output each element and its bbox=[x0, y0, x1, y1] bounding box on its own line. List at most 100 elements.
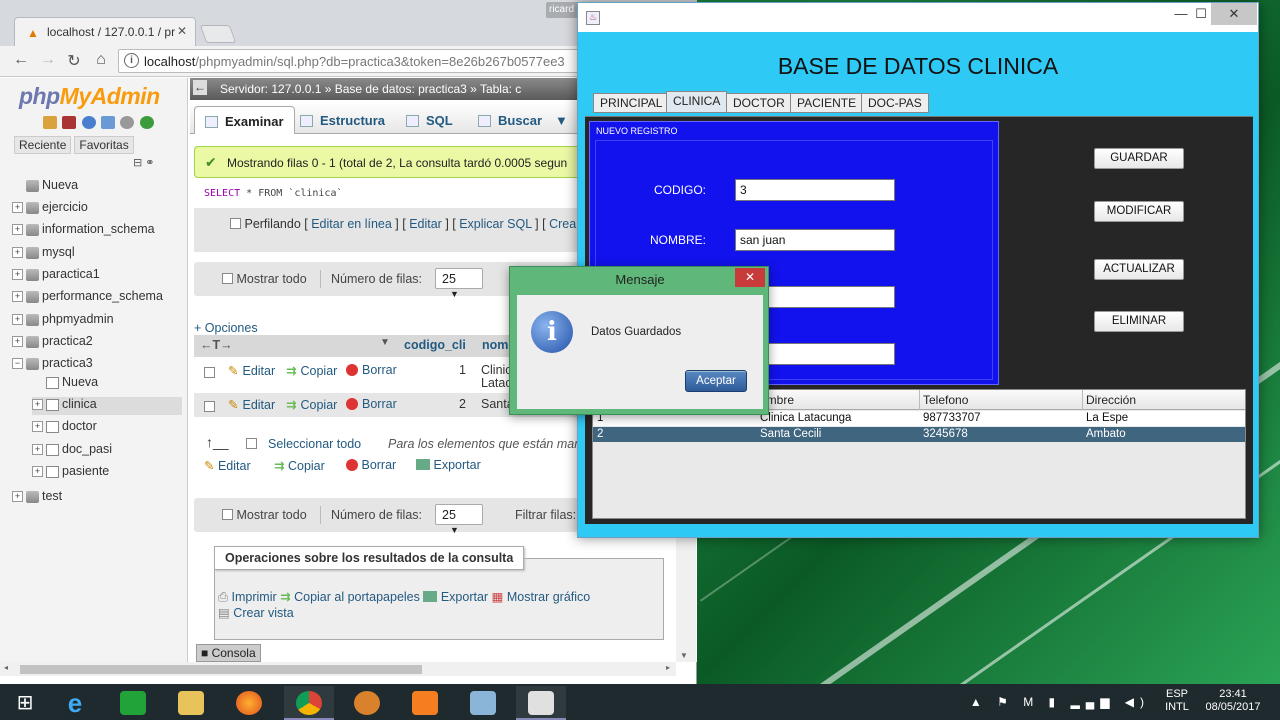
tree-item-doc-pasi[interactable]: + doc_pasi bbox=[32, 442, 112, 460]
row-checkbox[interactable] bbox=[204, 400, 215, 414]
home-icon[interactable] bbox=[43, 116, 57, 129]
bulk-edit-link[interactable]: ✎ Editar bbox=[204, 458, 251, 473]
modificar-button[interactable]: MODIFICAR bbox=[1094, 201, 1184, 222]
tree-item-mysql[interactable]: + mysql bbox=[12, 245, 75, 263]
col-nombre[interactable]: nom bbox=[482, 338, 508, 352]
scroll-right-icon[interactable]: ▸ bbox=[666, 663, 670, 672]
tab-sql[interactable]: SQL bbox=[396, 106, 463, 134]
start-button[interactable]: ⊞ bbox=[0, 686, 50, 720]
tab-principal[interactable]: PRINCIPAL bbox=[593, 93, 670, 113]
tab-doctor[interactable]: DOCTOR bbox=[726, 93, 792, 113]
copy-row-link[interactable]: ⇉ Copiar bbox=[286, 397, 337, 412]
docs-icon[interactable] bbox=[101, 116, 116, 129]
rows-select[interactable]: 25 ▼ bbox=[435, 504, 483, 535]
taskbar-explorer[interactable] bbox=[166, 686, 216, 720]
show-all-option[interactable]: Mostrar todo bbox=[222, 508, 307, 522]
tree-item-pasiente[interactable]: + pasiente bbox=[32, 464, 109, 482]
expand-icon[interactable]: + bbox=[12, 314, 23, 326]
console-toggle[interactable]: ■ Consola bbox=[196, 644, 261, 662]
column-arrows-icon[interactable]: ←T→ bbox=[200, 338, 233, 352]
tree-item-information-schema[interactable]: + information_schema bbox=[12, 222, 155, 240]
favorites-tab[interactable]: Favoritas bbox=[74, 136, 134, 154]
eliminar-button[interactable]: ELIMINAR bbox=[1094, 311, 1184, 332]
language-indicator[interactable]: ESP INTL bbox=[1162, 688, 1192, 714]
more-tabs-icon[interactable]: ▼ bbox=[545, 106, 578, 134]
browser-tab[interactable]: ▲ localhost / 127.0.0.1 / pr ✕ bbox=[14, 17, 196, 46]
recent-tab[interactable]: Reciente bbox=[14, 136, 72, 154]
tree-item-nueva[interactable]: Nueva bbox=[12, 178, 78, 196]
tree-item-test[interactable]: + test bbox=[12, 489, 62, 507]
taskbar-java-app[interactable] bbox=[516, 686, 566, 720]
codigo-field[interactable]: 3 bbox=[735, 179, 895, 201]
expand-icon[interactable]: + bbox=[32, 399, 43, 411]
scrollbar-thumb[interactable] bbox=[20, 665, 422, 674]
tree-item-performance-schema[interactable]: + performance_schema bbox=[12, 289, 163, 307]
collapse-icon[interactable]: − bbox=[12, 358, 23, 370]
expand-icon[interactable]: + bbox=[12, 291, 23, 303]
tab-estructura[interactable]: Estructura bbox=[290, 106, 395, 134]
bulk-delete-link[interactable]: Borrar bbox=[346, 458, 396, 472]
create-php-link[interactable]: Crea bbox=[549, 217, 576, 231]
profile-badge[interactable]: ricard bbox=[546, 2, 578, 18]
expand-icon[interactable]: + bbox=[12, 224, 23, 236]
expand-icon[interactable]: + bbox=[32, 466, 43, 478]
tab-doc-pas[interactable]: DOC-PAS bbox=[861, 93, 929, 113]
pma-logo[interactable]: phpMyAdmin bbox=[19, 83, 160, 110]
help-icon[interactable] bbox=[81, 116, 96, 129]
tree-item-practica2[interactable]: + practica2 bbox=[12, 334, 93, 352]
dialog-close-icon[interactable]: ✕ bbox=[735, 268, 765, 287]
taskbar-ie[interactable]: e bbox=[50, 686, 100, 720]
expand-icon[interactable]: + bbox=[12, 269, 23, 281]
edit-link[interactable]: Editar bbox=[409, 217, 442, 231]
taskbar-store[interactable] bbox=[108, 686, 158, 720]
close-icon[interactable]: ✕ bbox=[1211, 3, 1257, 25]
tray-icons[interactable]: ▲ ⚑ M ▮ ▂▄▆ ◀) bbox=[970, 695, 1150, 709]
collapse-link-icon[interactable]: ⊟ ⚭ bbox=[133, 156, 155, 169]
explain-sql-link[interactable]: Explicar SQL bbox=[459, 217, 531, 231]
back-arrow-icon[interactable]: ← bbox=[10, 51, 32, 69]
edit-row-link[interactable]: ✎ Editar bbox=[228, 397, 275, 412]
taskbar-glassfish[interactable] bbox=[342, 686, 392, 720]
expand-icon[interactable]: + bbox=[12, 247, 23, 259]
tree-item-clinica[interactable]: + clinica bbox=[32, 397, 182, 415]
tab-buscar[interactable]: Buscar bbox=[468, 106, 552, 134]
tab-examinar[interactable]: Examinar bbox=[194, 106, 295, 134]
edit-inline-link[interactable]: Editar en línea bbox=[311, 217, 392, 231]
table-row[interactable]: 2 Santa Cecili 3245678 Ambato bbox=[593, 427, 1245, 442]
col-telefono[interactable]: Telefono bbox=[923, 393, 968, 407]
show-all-checkbox[interactable] bbox=[222, 273, 233, 284]
tree-item-doctor[interactable]: + doctor bbox=[32, 419, 97, 437]
show-chart-link[interactable]: ▦ Mostrar gráfico bbox=[492, 590, 591, 604]
tree-item-ejercicio[interactable]: + ejercicio bbox=[12, 200, 88, 218]
guardar-button[interactable]: GUARDAR bbox=[1094, 148, 1184, 169]
home-icon[interactable]: ⌂ bbox=[90, 51, 112, 69]
rows-select[interactable]: 25 ▼ bbox=[435, 268, 483, 299]
col-direccion[interactable]: Dirección bbox=[1086, 393, 1136, 407]
tree-item-practica3[interactable]: − practica3 bbox=[12, 356, 93, 374]
expand-icon[interactable]: + bbox=[32, 421, 43, 433]
new-tab-button[interactable] bbox=[199, 25, 237, 43]
taskbar-virtualbox[interactable] bbox=[458, 686, 508, 720]
tree-item-phpmyadmin[interactable]: + phpmyadmin bbox=[12, 312, 114, 330]
horizontal-scrollbar[interactable]: ◂ ▸ bbox=[0, 662, 676, 676]
taskbar-chrome[interactable] bbox=[284, 686, 334, 720]
row-checkbox[interactable] bbox=[204, 366, 215, 380]
nombre-field[interactable]: san juan bbox=[735, 229, 895, 251]
scroll-left-icon[interactable]: ◂ bbox=[4, 663, 8, 672]
aceptar-button[interactable]: Aceptar bbox=[685, 370, 747, 392]
logout-icon[interactable] bbox=[62, 116, 77, 129]
copy-clipboard-link[interactable]: ⇉ Copiar al portapapeles bbox=[280, 590, 420, 604]
bulk-export-link[interactable]: Exportar bbox=[416, 458, 481, 472]
reload-icon[interactable]: ↻ bbox=[63, 51, 85, 71]
expand-icon[interactable]: + bbox=[12, 491, 23, 503]
gear-icon[interactable] bbox=[120, 116, 135, 129]
tree-item-nueva[interactable]: Nueva bbox=[32, 375, 98, 393]
expand-icon[interactable]: + bbox=[32, 444, 43, 456]
expand-icon[interactable]: + bbox=[12, 336, 23, 348]
expand-icon[interactable]: + bbox=[12, 202, 23, 214]
print-link[interactable]: ⎙ Imprimir bbox=[218, 590, 277, 604]
actualizar-button[interactable]: ACTUALIZAR bbox=[1094, 259, 1184, 280]
tree-item-paractica1[interactable]: + paractica1 bbox=[12, 267, 100, 285]
taskbar-firefox[interactable] bbox=[224, 686, 274, 720]
select-all-link[interactable]: Seleccionar todo bbox=[268, 437, 361, 451]
